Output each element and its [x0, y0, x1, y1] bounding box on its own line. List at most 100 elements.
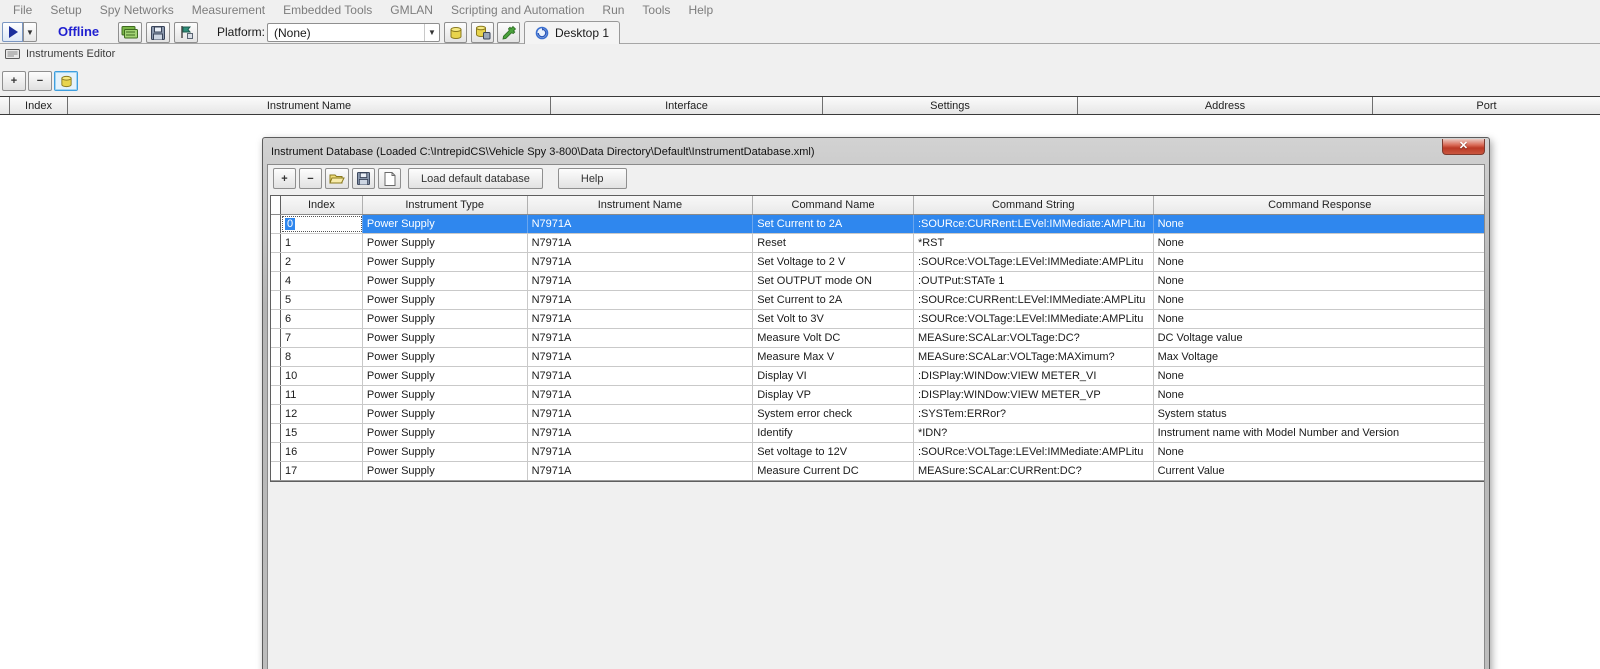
- database-save-button[interactable]: [471, 22, 494, 43]
- cell-index[interactable]: 15: [281, 424, 363, 442]
- function-blocks-button[interactable]: [174, 22, 198, 43]
- menu-item-file[interactable]: File: [4, 3, 41, 17]
- cell-command-name[interactable]: Set Voltage to 2 V: [753, 253, 914, 271]
- dialog-titlebar[interactable]: Instrument Database (Loaded C:\IntrepidC…: [267, 142, 1485, 164]
- command-row[interactable]: 16Power SupplyN7971ASet voltage to 12V:S…: [271, 443, 1485, 462]
- menu-item-help[interactable]: Help: [679, 3, 722, 17]
- save-button[interactable]: [146, 22, 170, 43]
- cell-command-response[interactable]: None: [1154, 386, 1485, 404]
- cell-command-name[interactable]: Set OUTPUT mode ON: [753, 272, 914, 290]
- menu-item-embedded-tools[interactable]: Embedded Tools: [274, 3, 381, 17]
- cell-index[interactable]: 5: [281, 291, 363, 309]
- cell-command-string[interactable]: :SOURce:CURRent:LEVel:IMMediate:AMPLitu: [914, 215, 1154, 233]
- cell-command-string[interactable]: :SOURce:VOLTage:LEVel:IMMediate:AMPLitu: [914, 310, 1154, 328]
- add-command-button[interactable]: +: [273, 168, 296, 189]
- database-button[interactable]: [444, 22, 467, 43]
- messages-view-button[interactable]: [118, 22, 142, 43]
- cell-index[interactable]: 8: [281, 348, 363, 366]
- cell-instrument-name[interactable]: N7971A: [528, 443, 754, 461]
- cell-command-string[interactable]: :DISPlay:WINDow:VIEW METER_VP: [914, 386, 1154, 404]
- cell-index[interactable]: 11: [281, 386, 363, 404]
- column-header-port[interactable]: Port: [1373, 97, 1600, 114]
- cell-command-name[interactable]: Measure Volt DC: [753, 329, 914, 347]
- cell-instrument-type[interactable]: Power Supply: [363, 215, 528, 233]
- cell-command-name[interactable]: Set voltage to 12V: [753, 443, 914, 461]
- cell-command-response[interactable]: None: [1154, 234, 1485, 252]
- cell-instrument-type[interactable]: Power Supply: [363, 443, 528, 461]
- menu-item-gmlan[interactable]: GMLAN: [381, 3, 442, 17]
- column-header-index[interactable]: Index: [10, 97, 68, 114]
- command-row[interactable]: 1Power SupplyN7971AReset*RSTNone: [271, 234, 1485, 253]
- cell-command-name[interactable]: Set Current to 2A: [753, 291, 914, 309]
- cell-instrument-type[interactable]: Power Supply: [363, 310, 528, 328]
- cell-index[interactable]: 7: [281, 329, 363, 347]
- run-dropdown-button[interactable]: ▼: [23, 22, 37, 42]
- cell-instrument-type[interactable]: Power Supply: [363, 253, 528, 271]
- cell-instrument-name[interactable]: N7971A: [528, 272, 754, 290]
- cell-command-name[interactable]: Display VI: [753, 367, 914, 385]
- help-button[interactable]: Help: [558, 168, 627, 189]
- cell-index[interactable]: 1: [281, 234, 363, 252]
- cell-command-response[interactable]: None: [1154, 291, 1485, 309]
- cell-command-response[interactable]: Instrument name with Model Number and Ve…: [1154, 424, 1485, 442]
- cell-command-response[interactable]: None: [1154, 310, 1485, 328]
- cell-instrument-name[interactable]: N7971A: [528, 329, 754, 347]
- cell-command-response[interactable]: DC Voltage value: [1154, 329, 1485, 347]
- cell-instrument-type[interactable]: Power Supply: [363, 386, 528, 404]
- cell-instrument-type[interactable]: Power Supply: [363, 291, 528, 309]
- cell-command-response[interactable]: None: [1154, 253, 1485, 271]
- cell-command-response[interactable]: None: [1154, 367, 1485, 385]
- command-row[interactable]: 15Power SupplyN7971AIdentify*IDN?Instrum…: [271, 424, 1485, 443]
- cell-command-name[interactable]: Measure Current DC: [753, 462, 914, 480]
- cell-instrument-name[interactable]: N7971A: [528, 424, 754, 442]
- cell-instrument-name[interactable]: N7971A: [528, 310, 754, 328]
- cell-index[interactable]: 0: [281, 215, 363, 233]
- cell-command-response[interactable]: None: [1154, 215, 1485, 233]
- column-header-settings[interactable]: Settings: [823, 97, 1078, 114]
- column-header-command-string[interactable]: Command String: [914, 196, 1154, 214]
- new-database-button[interactable]: [378, 168, 401, 189]
- column-header-interface[interactable]: Interface: [551, 97, 823, 114]
- cell-command-string[interactable]: MEASure:SCALar:VOLTage:DC?: [914, 329, 1154, 347]
- open-database-button[interactable]: [325, 168, 349, 189]
- cell-instrument-name[interactable]: N7971A: [528, 367, 754, 385]
- command-row[interactable]: 4Power SupplyN7971ASet OUTPUT mode ON:OU…: [271, 272, 1485, 291]
- column-header-command-name[interactable]: Command Name: [753, 196, 914, 214]
- cell-command-name[interactable]: Identify: [753, 424, 914, 442]
- cell-instrument-name[interactable]: N7971A: [528, 386, 754, 404]
- command-row[interactable]: ▶0Power SupplyN7971ASet Current to 2A:SO…: [271, 215, 1485, 234]
- cell-command-response[interactable]: None: [1154, 272, 1485, 290]
- cell-instrument-type[interactable]: Power Supply: [363, 272, 528, 290]
- command-row[interactable]: 5Power SupplyN7971ASet Current to 2A:SOU…: [271, 291, 1485, 310]
- cell-instrument-name[interactable]: N7971A: [528, 405, 754, 423]
- cell-command-string[interactable]: :SYSTem:ERRor?: [914, 405, 1154, 423]
- command-row[interactable]: 12Power SupplyN7971ASystem error check:S…: [271, 405, 1485, 424]
- cell-index[interactable]: 16: [281, 443, 363, 461]
- cell-instrument-type[interactable]: Power Supply: [363, 405, 528, 423]
- load-default-database-button[interactable]: Load default database: [408, 168, 543, 189]
- cell-instrument-name[interactable]: N7971A: [528, 215, 754, 233]
- command-row[interactable]: 10Power SupplyN7971ADisplay VI:DISPlay:W…: [271, 367, 1485, 386]
- menu-item-run[interactable]: Run: [593, 3, 633, 17]
- save-database-button[interactable]: [352, 168, 375, 189]
- cell-command-string[interactable]: MEASure:SCALar:CURRent:DC?: [914, 462, 1154, 480]
- column-header-instrument-name[interactable]: Instrument Name: [528, 196, 754, 214]
- remove-instrument-button[interactable]: −: [28, 71, 52, 91]
- cell-index[interactable]: 2: [281, 253, 363, 271]
- cell-index[interactable]: 6: [281, 310, 363, 328]
- cell-command-string[interactable]: :SOURce:VOLTage:LEVel:IMMediate:AMPLitu: [914, 443, 1154, 461]
- cell-command-string[interactable]: *RST: [914, 234, 1154, 252]
- cell-instrument-name[interactable]: N7971A: [528, 253, 754, 271]
- cell-instrument-type[interactable]: Power Supply: [363, 329, 528, 347]
- close-button[interactable]: ✕: [1442, 139, 1485, 155]
- menu-item-setup[interactable]: Setup: [41, 3, 90, 17]
- cell-command-response[interactable]: Max Voltage: [1154, 348, 1485, 366]
- cell-instrument-type[interactable]: Power Supply: [363, 234, 528, 252]
- menu-item-measurement[interactable]: Measurement: [183, 3, 274, 17]
- setup-button[interactable]: [497, 22, 520, 43]
- menu-item-spy-networks[interactable]: Spy Networks: [91, 3, 183, 17]
- command-row[interactable]: 2Power SupplyN7971ASet Voltage to 2 V:SO…: [271, 253, 1485, 272]
- cell-instrument-type[interactable]: Power Supply: [363, 462, 528, 480]
- cell-command-string[interactable]: MEASure:SCALar:VOLTage:MAXimum?: [914, 348, 1154, 366]
- cell-command-name[interactable]: Set Current to 2A: [753, 215, 914, 233]
